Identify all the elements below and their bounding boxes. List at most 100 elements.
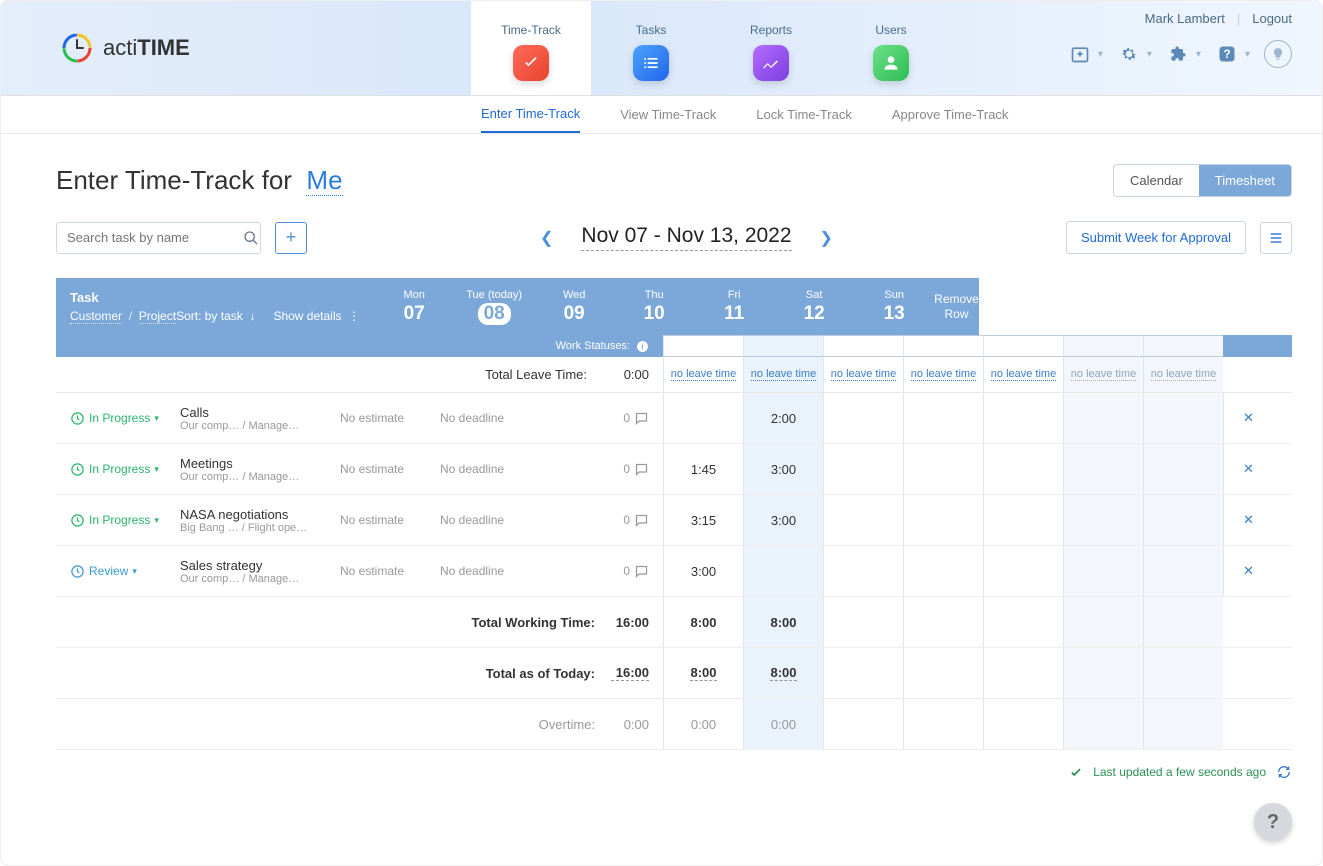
leave-cell[interactable]: no leave time: [743, 357, 823, 392]
time-cell[interactable]: 1:45: [663, 444, 743, 494]
gear-icon[interactable]: [1117, 42, 1141, 66]
status-dropdown[interactable]: In Progress▾: [70, 411, 170, 426]
comments-button[interactable]: 0: [623, 513, 649, 528]
work-status-cell[interactable]: [823, 335, 903, 357]
nav-tasks[interactable]: Tasks: [591, 1, 711, 95]
show-details-toggle[interactable]: Show details ⋮: [273, 309, 360, 323]
time-cell[interactable]: 2:00: [743, 393, 823, 443]
comments-button[interactable]: 0: [623, 462, 649, 477]
time-cell[interactable]: [903, 546, 983, 596]
time-cell[interactable]: [983, 444, 1063, 494]
time-cell[interactable]: [663, 393, 743, 443]
nav-reports[interactable]: Reports: [711, 1, 831, 95]
day-header-2[interactable]: Wed09: [534, 278, 614, 335]
lightbulb-icon[interactable]: [1264, 40, 1292, 68]
time-cell[interactable]: [983, 393, 1063, 443]
time-cell[interactable]: [743, 546, 823, 596]
task-name[interactable]: Calls: [180, 405, 330, 420]
time-cell[interactable]: [903, 495, 983, 545]
time-cell[interactable]: [1063, 546, 1143, 596]
calendar-view-button[interactable]: Calendar: [1114, 165, 1199, 196]
task-name[interactable]: NASA negotiations: [180, 507, 330, 522]
remove-row-button[interactable]: ✕: [1223, 546, 1273, 596]
task-name[interactable]: Sales strategy: [180, 558, 330, 573]
chevron-down-icon[interactable]: ▾: [1098, 49, 1103, 60]
time-cell[interactable]: [1063, 393, 1143, 443]
comments-button[interactable]: 0: [623, 411, 649, 426]
day-header-3[interactable]: Thu10: [614, 278, 694, 335]
time-cell[interactable]: [983, 495, 1063, 545]
time-cell[interactable]: [1143, 393, 1223, 443]
logout-link[interactable]: Logout: [1252, 11, 1292, 26]
time-cell[interactable]: [903, 444, 983, 494]
leave-cell[interactable]: no leave time: [663, 357, 743, 392]
project-link[interactable]: Project: [139, 309, 176, 324]
day-header-4[interactable]: Fri11: [694, 278, 774, 335]
time-cell[interactable]: [823, 444, 903, 494]
time-cell[interactable]: [1063, 444, 1143, 494]
chevron-down-icon[interactable]: ▾: [1147, 49, 1152, 60]
sort-toggle[interactable]: Sort: by task ↓: [176, 309, 255, 323]
work-status-cell[interactable]: [983, 335, 1063, 357]
time-cell[interactable]: [823, 495, 903, 545]
task-name[interactable]: Meetings: [180, 456, 330, 471]
remove-row-button[interactable]: ✕: [1223, 495, 1273, 545]
add-task-button[interactable]: +: [275, 222, 307, 254]
leave-cell[interactable]: no leave time: [903, 357, 983, 392]
work-status-cell[interactable]: [1143, 335, 1223, 357]
time-cell[interactable]: 3:00: [743, 495, 823, 545]
time-cell[interactable]: [983, 546, 1063, 596]
time-cell[interactable]: [823, 393, 903, 443]
comments-button[interactable]: 0: [623, 564, 649, 579]
date-range[interactable]: Nov 07 - Nov 13, 2022: [581, 224, 791, 251]
time-cell[interactable]: [903, 393, 983, 443]
subnav-view[interactable]: View Time-Track: [620, 97, 716, 132]
time-cell[interactable]: [1143, 495, 1223, 545]
status-dropdown[interactable]: Review▾: [70, 564, 170, 579]
leave-cell[interactable]: no leave time: [1143, 357, 1223, 392]
remove-row-button[interactable]: ✕: [1223, 444, 1273, 494]
status-dropdown[interactable]: In Progress▾: [70, 462, 170, 477]
status-dropdown[interactable]: In Progress▾: [70, 513, 170, 528]
work-status-cell[interactable]: [903, 335, 983, 357]
prev-week-button[interactable]: ❮: [532, 224, 561, 252]
day-header-0[interactable]: Mon07: [374, 278, 454, 335]
subnav-lock[interactable]: Lock Time-Track: [756, 97, 852, 132]
leave-cell[interactable]: no leave time: [823, 357, 903, 392]
time-cell[interactable]: 3:00: [663, 546, 743, 596]
time-cell[interactable]: 3:00: [743, 444, 823, 494]
customer-link[interactable]: Customer: [70, 309, 122, 324]
subnav-approve[interactable]: Approve Time-Track: [892, 97, 1009, 132]
puzzle-icon[interactable]: [1166, 42, 1190, 66]
add-icon[interactable]: [1068, 42, 1092, 66]
search-icon[interactable]: [243, 230, 259, 246]
user-name-link[interactable]: Mark Lambert: [1145, 11, 1225, 26]
work-status-cell[interactable]: [1063, 335, 1143, 357]
subnav-enter[interactable]: Enter Time-Track: [481, 96, 580, 133]
help-fab[interactable]: ?: [1254, 803, 1292, 841]
remove-row-button[interactable]: ✕: [1223, 393, 1273, 443]
time-cell[interactable]: 3:15: [663, 495, 743, 545]
time-cell[interactable]: [1063, 495, 1143, 545]
day-header-1[interactable]: Tue (today)08: [454, 278, 534, 335]
help-icon[interactable]: ?: [1215, 42, 1239, 66]
work-status-cell[interactable]: [743, 335, 823, 357]
day-header-5[interactable]: Sat12: [774, 278, 854, 335]
refresh-button[interactable]: [1276, 764, 1292, 780]
logo[interactable]: actiTIME: [1, 1, 471, 95]
day-header-6[interactable]: Sun13: [854, 278, 934, 335]
nav-time-track[interactable]: Time-Track: [471, 1, 591, 95]
time-cell[interactable]: [823, 546, 903, 596]
time-cell[interactable]: [1143, 546, 1223, 596]
chevron-down-icon[interactable]: ▾: [1196, 49, 1201, 60]
search-input[interactable]: [67, 230, 243, 245]
timesheet-view-button[interactable]: Timesheet: [1199, 165, 1291, 196]
nav-users[interactable]: Users: [831, 1, 951, 95]
work-status-cell[interactable]: [663, 335, 743, 357]
submit-week-button[interactable]: Submit Week for Approval: [1066, 221, 1246, 254]
next-week-button[interactable]: ❯: [812, 224, 841, 252]
info-icon[interactable]: i: [636, 340, 649, 353]
time-cell[interactable]: [1143, 444, 1223, 494]
leave-cell[interactable]: no leave time: [1063, 357, 1143, 392]
subject-selector[interactable]: Me: [306, 165, 342, 196]
